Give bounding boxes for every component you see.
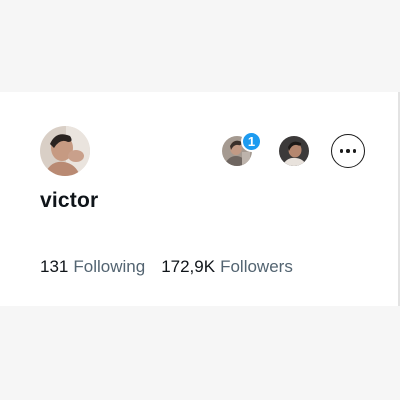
top-background bbox=[0, 0, 400, 92]
mutual-follower-avatar-2[interactable] bbox=[279, 136, 309, 166]
followers-link[interactable]: 172,9K Followers bbox=[161, 257, 293, 277]
mutual-follower-icon bbox=[279, 136, 309, 166]
following-link[interactable]: 131 Following bbox=[40, 257, 145, 277]
ellipsis-icon bbox=[352, 149, 357, 153]
followers-count: 172,9K bbox=[161, 257, 216, 276]
profile-stats: 131 Following 172,9K Followers bbox=[40, 257, 293, 277]
following-count: 131 bbox=[40, 257, 69, 276]
ellipsis-icon bbox=[339, 149, 344, 153]
following-label: Following bbox=[73, 257, 146, 276]
display-name: victor bbox=[40, 189, 99, 212]
bottom-background bbox=[0, 306, 400, 400]
ellipsis-icon bbox=[346, 149, 350, 153]
followers-label: Followers bbox=[220, 257, 293, 276]
profile-avatar[interactable] bbox=[40, 126, 90, 176]
profile-photo-icon bbox=[40, 126, 90, 176]
notification-badge: 1 bbox=[241, 131, 262, 152]
more-options-button[interactable] bbox=[331, 134, 365, 168]
